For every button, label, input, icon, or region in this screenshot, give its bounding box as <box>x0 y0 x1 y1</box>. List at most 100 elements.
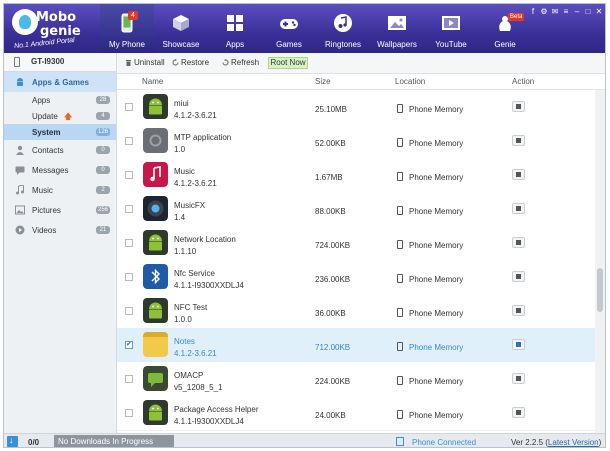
table-row[interactable]: MTP application 1.0 52.00KB Phone Memory <box>117 124 595 159</box>
app-name: Network Location <box>174 235 236 244</box>
scrollbar-thumb[interactable] <box>597 268 603 312</box>
count-badge: 4 <box>96 112 110 120</box>
app-location: Phone Memory <box>409 207 464 216</box>
app-name: NFC Test <box>174 303 208 312</box>
row-checkbox[interactable] <box>125 103 133 111</box>
delete-button[interactable] <box>512 339 525 350</box>
row-checkbox[interactable] <box>125 409 133 417</box>
toolbar: Uninstall Restore Refresh Root Now <box>117 53 605 74</box>
minimize-icon[interactable]: – <box>573 8 581 16</box>
nav-youtube[interactable]: YouTube <box>424 4 478 53</box>
refresh-icon <box>222 59 229 66</box>
row-checkbox[interactable] <box>125 171 133 179</box>
sidebar-item-label: Contacts <box>32 146 64 155</box>
table-row[interactable]: NFC Test 1.0.0 36.00KB Phone Memory <box>117 294 595 329</box>
table-row-selected[interactable]: Notes 4.1.2-3.6.21 712.00KB Phone Memory <box>117 328 595 363</box>
app-version: 1.0 <box>174 145 186 154</box>
phone-memory-icon <box>397 342 403 351</box>
scrollbar[interactable] <box>595 90 605 433</box>
status-bar: 0/0 No Downloads In Progress Phone Conne… <box>4 433 605 447</box>
table-row[interactable]: OMACP v5_1208_5_1 224.00KB Phone Memory <box>117 362 595 397</box>
delete-button[interactable] <box>512 237 525 248</box>
row-checkbox[interactable] <box>125 205 133 213</box>
phone-memory-icon <box>397 138 403 147</box>
app-size: 52.00KB <box>315 139 346 148</box>
version-label: Ver 2.2.5 ( <box>511 438 548 447</box>
delete-button[interactable] <box>512 135 525 146</box>
sidebar-item-system[interactable]: System 126 <box>4 124 116 140</box>
nav-genie[interactable]: Beta Genie <box>478 4 532 53</box>
count-badge: 2 <box>96 186 110 194</box>
bluetooth-icon <box>143 264 168 289</box>
delete-button[interactable] <box>512 271 525 282</box>
sidebar-item-messages[interactable]: Messages 0 <box>4 160 116 180</box>
facebook-icon[interactable]: f <box>529 8 537 16</box>
nav-ringtones[interactable]: Ringtones <box>316 4 370 53</box>
sidebar-item-label: Messages <box>32 166 69 175</box>
music-app-icon <box>143 162 168 187</box>
delete-button[interactable] <box>512 305 525 316</box>
app-version: 4.1.2-3.6.21 <box>174 179 217 188</box>
delete-button[interactable] <box>512 169 525 180</box>
column-header-location[interactable]: Location <box>395 77 425 86</box>
row-checkbox[interactable] <box>125 340 133 349</box>
delete-button[interactable] <box>512 203 525 214</box>
maximize-icon[interactable]: □ <box>584 8 592 16</box>
picture-icon <box>15 205 25 215</box>
mail-icon[interactable]: ✉ <box>551 8 559 16</box>
row-checkbox[interactable] <box>125 239 133 247</box>
sidebar-item-apps-games[interactable]: Apps & Games <box>4 72 116 92</box>
nav-label: Wallpapers <box>377 40 417 49</box>
nav-games[interactable]: Games <box>262 4 316 53</box>
table-row[interactable]: MusicFX 1.4 88.00KB Phone Memory <box>117 192 595 227</box>
nav-apps[interactable]: Apps <box>208 4 262 53</box>
connection-status: Phone Connected <box>412 438 477 447</box>
refresh-button[interactable]: Refresh <box>222 58 259 67</box>
uninstall-button[interactable]: Uninstall <box>125 58 165 67</box>
top-header: Mobo genie No.1 Android Portal 4 My Phon… <box>4 4 605 53</box>
latest-version-link[interactable]: Latest Version <box>548 438 599 447</box>
table-row[interactable]: Network Location 1.1.10 724.00KB Phone M… <box>117 226 595 261</box>
column-header-size[interactable]: Size <box>315 77 331 86</box>
app-window: Mobo genie No.1 Android Portal 4 My Phon… <box>3 3 606 448</box>
phone-memory-icon <box>397 240 403 249</box>
delete-button[interactable] <box>512 407 525 418</box>
sidebar-item-music[interactable]: Music 2 <box>4 180 116 200</box>
phone-connected-icon <box>396 437 404 446</box>
row-checkbox[interactable] <box>125 307 133 315</box>
root-now-button[interactable]: Root Now <box>268 57 308 69</box>
sidebar-item-apps[interactable]: Apps 28 <box>4 92 116 108</box>
count-badge: 28 <box>96 96 110 104</box>
nav-wallpapers[interactable]: Wallpapers <box>370 4 424 53</box>
download-icon[interactable] <box>7 435 18 447</box>
download-count: 0/0 <box>28 438 40 447</box>
android-icon <box>143 400 168 425</box>
sidebar-item-pictures[interactable]: Pictures 256 <box>4 200 116 220</box>
sidebar-item-videos[interactable]: Videos 21 <box>4 220 116 240</box>
delete-button[interactable] <box>512 101 525 112</box>
sidebar-item-update[interactable]: Update 🡅 4 <box>4 108 116 124</box>
menu-icon[interactable]: ≡ <box>562 8 570 16</box>
table-row[interactable]: Package Access Helper 4.1.1-I9300XXDLJ4 … <box>117 396 595 431</box>
settings-icon[interactable]: ⚙ <box>540 8 548 16</box>
row-checkbox[interactable] <box>125 273 133 281</box>
table-row[interactable]: miui 4.1.2-3.6.21 25.10MB Phone Memory <box>117 90 595 125</box>
row-checkbox[interactable] <box>125 137 133 145</box>
message-app-icon <box>143 366 168 391</box>
restore-button[interactable]: Restore <box>172 58 209 67</box>
nav-my-phone[interactable]: 4 My Phone <box>100 4 154 53</box>
sidebar-item-contacts[interactable]: Contacts 0 <box>4 140 116 160</box>
table-row[interactable]: Nfc Service 4.1.1-I9300XXDLJ4 236.00KB P… <box>117 260 595 295</box>
arrow-up-icon: 🡅 <box>64 112 73 121</box>
device-selector[interactable]: GT-I9300 <box>4 53 116 72</box>
delete-button[interactable] <box>512 373 525 384</box>
column-header-name[interactable]: Name <box>142 77 163 86</box>
nav-showcase[interactable]: Showcase <box>154 4 208 53</box>
row-checkbox[interactable] <box>125 375 133 383</box>
music-icon <box>16 185 24 195</box>
logo-emblem <box>12 9 38 35</box>
sidebar-item-label: Apps <box>32 96 51 105</box>
speaker-icon <box>143 196 168 221</box>
table-row[interactable]: Music 4.1.2-3.6.21 1.67MB Phone Memory <box>117 158 595 193</box>
close-icon[interactable]: ✕ <box>595 8 603 16</box>
